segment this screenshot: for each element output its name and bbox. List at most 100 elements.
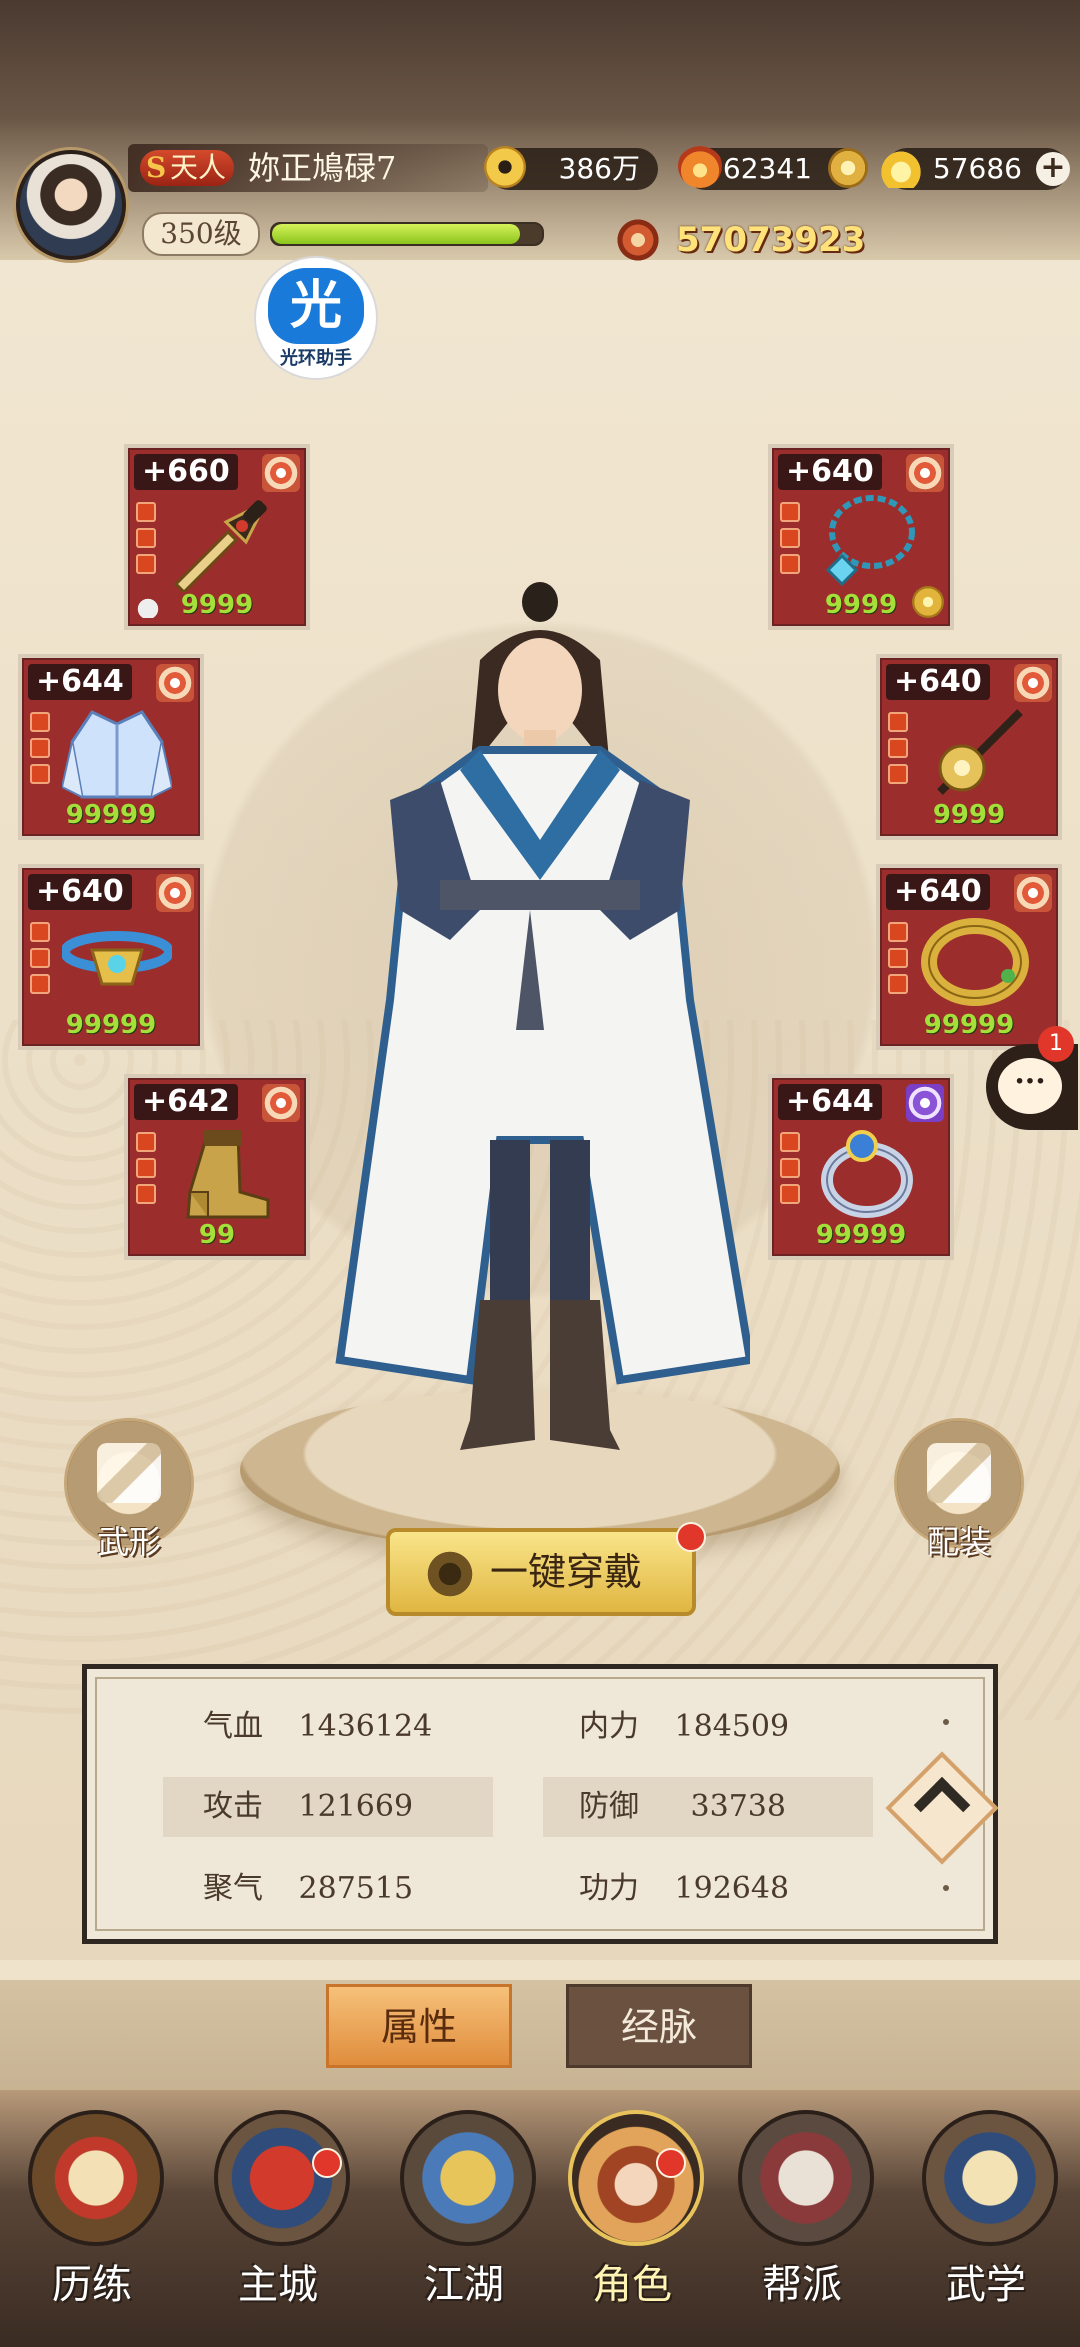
stat-neili: 内力 184509	[579, 1697, 789, 1757]
scroll-sword-icon	[28, 2110, 164, 2246]
equip-all-label: 一键穿戴	[490, 1550, 643, 1594]
star-pips	[780, 502, 802, 580]
rank-label: 天人	[170, 151, 227, 184]
quality-badge-icon	[262, 1084, 300, 1122]
scroll-indicator	[943, 1885, 949, 1891]
enhance-level: +640	[886, 664, 990, 700]
star-pips	[780, 1132, 802, 1210]
stats-panel: 气血 1436124 内力 184509 攻击 121669 防御 33738 …	[82, 1664, 998, 1944]
helper-overlay-button[interactable]: 光 光环助手	[256, 258, 376, 378]
star-pips	[30, 712, 52, 790]
chat-unread-badge: 1	[1038, 1026, 1074, 1062]
stat-label: 功力	[579, 1871, 639, 1906]
stat-label: 聚气	[203, 1871, 263, 1906]
star-pips	[30, 922, 52, 1000]
flame-counter[interactable]: 62341	[678, 144, 868, 190]
nav-label: 主城	[238, 2262, 318, 2308]
coin-amount: 386万	[558, 152, 640, 185]
scroll-indicator	[943, 1719, 949, 1725]
item-count: 9999	[180, 590, 254, 620]
equip-slot-necklace[interactable]: +640 9999	[768, 444, 954, 630]
equip-slot-boots[interactable]: +642 99	[124, 1074, 310, 1260]
hairpin-icon	[937, 709, 1023, 795]
nav-item-lilian[interactable]: 历练	[12, 2100, 172, 2340]
quality-badge-icon	[156, 664, 194, 702]
stat-gongji: 攻击 121669	[203, 1777, 413, 1837]
coin-counter[interactable]: 386万	[484, 146, 658, 190]
nav-item-juese[interactable]: 角色	[552, 2100, 712, 2340]
robe-icon	[62, 710, 172, 799]
stat-gongli: 功力 192648	[579, 1859, 789, 1919]
stat-label: 气血	[203, 1709, 263, 1744]
enhance-level: +660	[134, 454, 238, 490]
enhance-level: +640	[28, 874, 132, 910]
quality-badge-icon	[1014, 664, 1052, 702]
stat-qixue: 气血 1436124	[203, 1697, 432, 1757]
stat-fangyu: 防御 33738	[579, 1777, 786, 1837]
equip-slot-ring[interactable]: +644 99999	[768, 1074, 954, 1260]
nav-item-bangpai[interactable]: 帮派	[722, 2100, 882, 2340]
loadout-icon	[927, 1443, 991, 1503]
nav-item-wuxue[interactable]: 武学	[906, 2100, 1066, 2340]
gold-ingot-icon	[878, 148, 924, 188]
equip-all-button[interactable]: 一键穿戴	[386, 1528, 696, 1616]
enhance-level: +640	[778, 454, 882, 490]
enhance-level: +640	[886, 874, 990, 910]
quality-badge-icon	[906, 1084, 944, 1122]
item-count: 9999	[932, 800, 1006, 830]
star-pips	[136, 1132, 158, 1210]
notification-dot	[676, 1522, 706, 1552]
notification-dot	[312, 2148, 342, 2178]
notification-dot	[656, 2148, 686, 2178]
item-count: 99999	[65, 1010, 157, 1040]
item-count: 99999	[815, 1220, 907, 1250]
stat-juqi: 聚气 287515	[203, 1859, 413, 1919]
stat-label: 防御	[579, 1789, 639, 1824]
player-level: 350级	[142, 212, 260, 256]
chat-button[interactable]: ··· 1	[986, 1026, 1078, 1130]
tab-attributes[interactable]: 属性	[326, 1984, 512, 2068]
experience-bar-fill	[272, 224, 521, 244]
equip-slot-weapon[interactable]: +660 9999	[124, 444, 310, 630]
combat-power: 57073923	[600, 216, 920, 264]
stat-value: 1436124	[298, 1709, 433, 1744]
star-pips	[136, 502, 158, 580]
loadout-button[interactable]: 配装	[894, 1418, 1024, 1561]
scrolls-icon	[922, 2110, 1058, 2246]
gold-counter[interactable]: 57686 +	[878, 148, 1070, 190]
nav-label: 角色	[592, 2262, 672, 2308]
stat-label: 攻击	[203, 1789, 263, 1824]
loadout-label: 配装	[926, 1523, 991, 1561]
stat-value: 121669	[298, 1789, 414, 1824]
star-pips	[888, 922, 910, 1000]
tab-strip	[0, 1980, 1080, 2100]
player-avatar[interactable]	[16, 150, 126, 260]
combat-power-value: 57073923	[676, 220, 866, 260]
experience-bar	[270, 222, 544, 246]
item-count: 9999	[824, 590, 898, 620]
equip-slot-armor[interactable]: +644 99999	[18, 654, 204, 840]
quality-badge-icon	[262, 454, 300, 492]
equip-slot-belt[interactable]: +640 99999	[18, 864, 204, 1050]
stat-label: 内力	[579, 1709, 639, 1744]
flame-icon	[678, 144, 722, 188]
equip-slot-hairpin[interactable]: +640 9999	[876, 654, 1062, 840]
flame-amount: 62341	[722, 152, 812, 185]
chevron-up-icon	[913, 1776, 971, 1834]
helper-icon: 光	[268, 268, 364, 344]
nav-item-zhucheng[interactable]: 主城	[198, 2100, 358, 2340]
gold-amount: 57686	[932, 152, 1022, 185]
nav-label: 帮派	[762, 2262, 842, 2308]
boots-icon	[186, 1130, 270, 1219]
add-gold-icon[interactable]: +	[1036, 152, 1070, 186]
necklace-icon	[825, 495, 915, 587]
item-count: 99	[198, 1220, 236, 1250]
stat-value: 33738	[690, 1789, 786, 1824]
tab-meridians[interactable]: 经脉	[566, 1984, 752, 2068]
appearance-button[interactable]: 武形	[64, 1418, 194, 1561]
character-figure[interactable]	[330, 580, 750, 1480]
appearance-icon	[97, 1443, 161, 1503]
equip-slot-bracelet[interactable]: +640 99999	[876, 864, 1062, 1050]
ingot-icon	[828, 148, 868, 188]
nav-item-jianghu[interactable]: 江湖	[384, 2100, 544, 2340]
